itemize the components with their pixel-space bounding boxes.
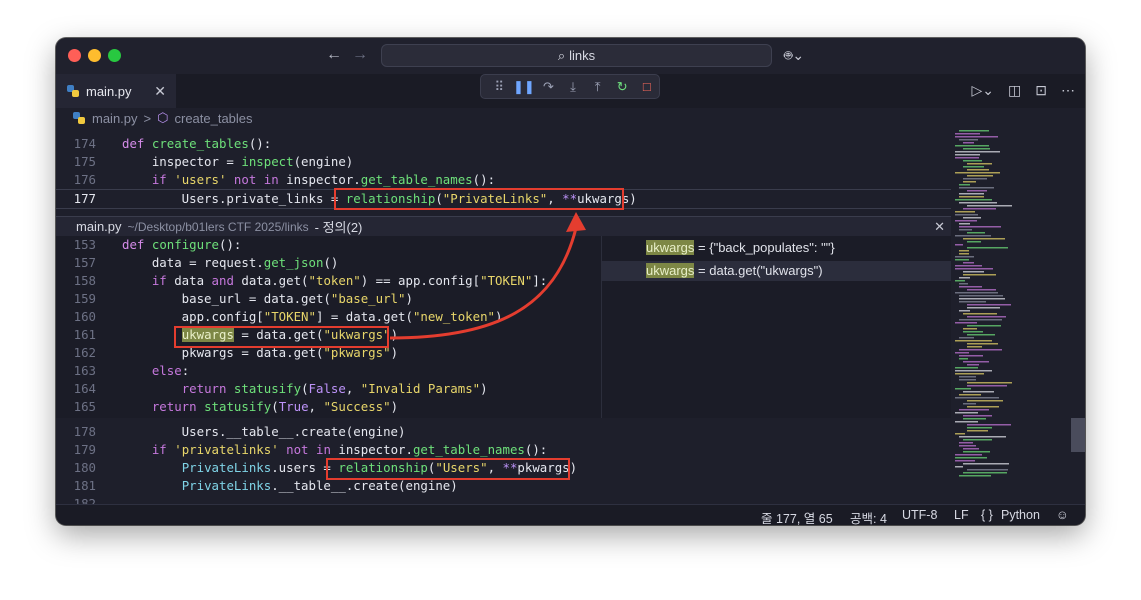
annotation-arrow xyxy=(389,212,586,340)
editor-window: ← → ⌕ links 🤖︎⌄ main.py ✕ ⠿ ❚❚ ↷ ⤓ ⤒ ↻ □… xyxy=(56,38,1085,525)
